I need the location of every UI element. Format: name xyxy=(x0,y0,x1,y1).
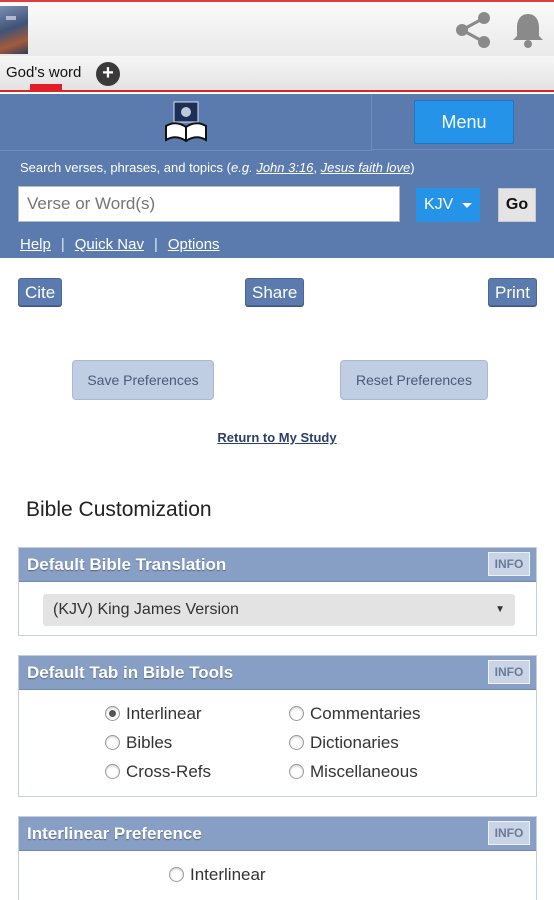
version-select[interactable]: KJV xyxy=(416,188,480,222)
go-button[interactable]: Go xyxy=(498,188,536,222)
nav-separator: | xyxy=(153,236,158,253)
panel-title: Default Tab in Bible Tools xyxy=(27,663,234,682)
radio-option-cross-refs[interactable]: Cross-Refs xyxy=(105,762,211,782)
hint-eg: e.g. xyxy=(231,160,253,175)
example-link-john[interactable]: John 3:16 xyxy=(256,160,313,175)
radio-button[interactable] xyxy=(105,735,120,750)
app-bar xyxy=(0,0,554,56)
cite-button[interactable]: Cite xyxy=(18,278,63,306)
sub-navigation: Help | Quick Nav | Options xyxy=(20,236,220,253)
hint-suffix: ) xyxy=(410,160,415,175)
menu-button[interactable]: Menu xyxy=(414,100,514,144)
active-tab-indicator xyxy=(30,84,62,90)
translation-selected: (KJV) King James Version xyxy=(53,601,239,618)
header-divider xyxy=(0,150,372,151)
info-button[interactable]: INFO xyxy=(488,552,530,576)
logo-cell xyxy=(0,94,372,150)
default-tab-panel: Default Tab in Bible Tools INFO Interlin… xyxy=(18,655,537,797)
translation-select[interactable]: (KJV) King James Version ▼ xyxy=(43,594,515,626)
panel-header: Default Tab in Bible Tools INFO xyxy=(19,656,536,690)
menu-cell: Menu xyxy=(372,94,554,150)
panel-header: Default Bible Translation INFO xyxy=(19,548,536,582)
radio-label: Interlinear xyxy=(190,865,266,884)
search-input[interactable] xyxy=(18,186,400,222)
radio-button[interactable] xyxy=(169,867,184,882)
page-thumbnail[interactable] xyxy=(0,6,28,54)
share-icon[interactable] xyxy=(452,10,494,50)
options-link[interactable]: Options xyxy=(168,236,220,253)
search-hint: Search verses, phrases, and topics (e.g.… xyxy=(20,160,415,175)
radio-label: Miscellaneous xyxy=(310,762,418,781)
info-button[interactable]: INFO xyxy=(488,821,530,845)
panel-title: Default Bible Translation xyxy=(27,555,227,574)
radio-option-interlinear[interactable]: Interlinear xyxy=(105,704,202,724)
info-button[interactable]: INFO xyxy=(488,660,530,684)
radio-button[interactable] xyxy=(105,764,120,779)
reset-preferences-button[interactable]: Reset Preferences xyxy=(340,360,488,400)
interlinear-preference-panel: Interlinear Preference INFO Interlinear xyxy=(18,816,537,900)
radio-button[interactable] xyxy=(105,706,120,721)
radio-button[interactable] xyxy=(289,764,304,779)
radio-label: Bibles xyxy=(126,733,173,752)
radio-option-dictionaries[interactable]: Dictionaries xyxy=(289,733,399,753)
quick-nav-link[interactable]: Quick Nav xyxy=(75,236,144,253)
tab-gods-word[interactable]: God's word xyxy=(6,64,81,81)
nav-separator: | xyxy=(60,236,65,253)
version-label: KJV xyxy=(424,196,454,213)
radio-label: Cross-Refs xyxy=(126,762,212,781)
tab-strip: God's word xyxy=(0,56,554,92)
radio-option-miscellaneous[interactable]: Miscellaneous xyxy=(289,762,418,782)
bible-logo-icon[interactable] xyxy=(164,100,208,144)
panel-header: Interlinear Preference INFO xyxy=(19,817,536,851)
search-header: Menu Search verses, phrases, and topics … xyxy=(0,94,554,258)
default-translation-panel: Default Bible Translation INFO (KJV) Kin… xyxy=(18,547,537,636)
radio-label: Interlinear xyxy=(126,704,202,723)
radio-option-commentaries[interactable]: Commentaries xyxy=(289,704,421,724)
save-preferences-button[interactable]: Save Preferences xyxy=(72,360,214,400)
radio-option-interlinear-pref[interactable]: Interlinear xyxy=(169,865,266,885)
dropdown-arrow-icon: ▼ xyxy=(495,604,505,615)
print-button[interactable]: Print xyxy=(488,278,537,306)
return-to-study-link[interactable]: Return to My Study xyxy=(0,430,554,445)
radio-option-bibles[interactable]: Bibles xyxy=(105,733,172,753)
hint-comma: , xyxy=(313,160,321,175)
bell-icon[interactable] xyxy=(508,10,548,50)
share-button[interactable]: Share xyxy=(245,278,305,306)
hint-text: Search verses, phrases, and topics ( xyxy=(20,160,231,175)
plus-icon[interactable]: + xyxy=(96,62,120,86)
radio-label: Dictionaries xyxy=(310,733,399,752)
help-link[interactable]: Help xyxy=(20,236,51,253)
radio-button[interactable] xyxy=(289,735,304,750)
section-title: Bible Customization xyxy=(26,498,212,521)
panel-title: Interlinear Preference xyxy=(27,824,202,843)
radio-label: Commentaries xyxy=(310,704,421,723)
example-link-jesus[interactable]: Jesus faith love xyxy=(321,160,411,175)
radio-button[interactable] xyxy=(289,706,304,721)
chevron-down-icon xyxy=(462,203,472,208)
